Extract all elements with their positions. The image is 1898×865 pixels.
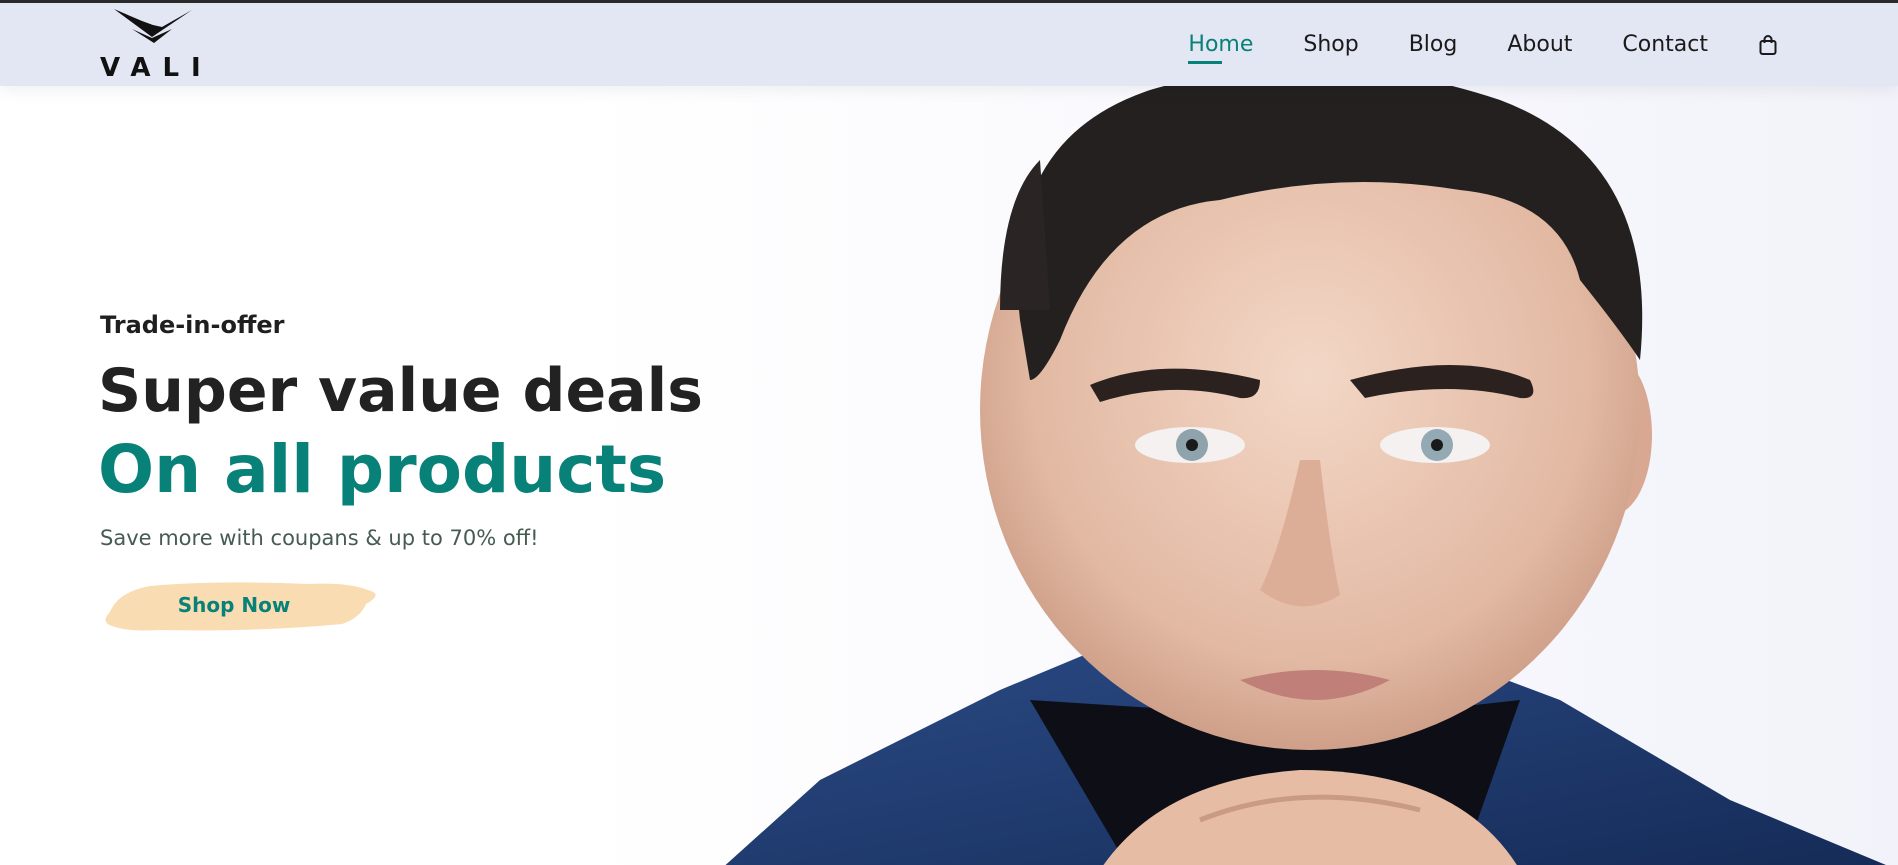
nav-home[interactable]: Home (1188, 32, 1253, 64)
nav-about[interactable]: About (1507, 32, 1572, 57)
shop-now-button[interactable]: Shop Now (98, 578, 388, 634)
hero-title: Super value deals (98, 356, 703, 426)
hero-section: Trade-in-offer Super value deals On all … (0, 86, 1898, 865)
nav-shop[interactable]: Shop (1303, 32, 1358, 57)
hero-subtitle: Save more with coupans & up to 70% off! (100, 526, 539, 550)
shopping-bag-icon[interactable] (1758, 34, 1778, 56)
main-nav: Home Shop Blog About Contact (1188, 3, 1778, 86)
model-portrait-image (725, 86, 1886, 865)
hero-title-highlight: On all products (98, 431, 667, 508)
brand-name: VALI (100, 53, 213, 83)
nav-blog[interactable]: Blog (1409, 32, 1458, 57)
hero-eyebrow: Trade-in-offer (100, 311, 285, 339)
brand-logo[interactable]: VALI (98, 7, 208, 83)
site-header: VALI Home Shop Blog About Contact (0, 3, 1898, 86)
nav-contact[interactable]: Contact (1622, 32, 1708, 57)
bird-logo-icon (114, 9, 192, 43)
shop-now-label: Shop Now (177, 593, 291, 617)
